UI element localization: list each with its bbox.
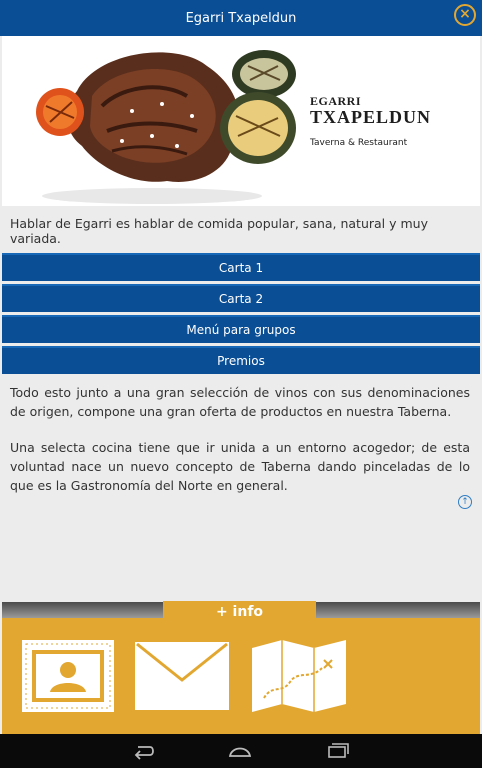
recents-icon[interactable]	[326, 742, 350, 760]
home-icon[interactable]	[228, 742, 252, 760]
mail-icon[interactable]	[135, 640, 229, 712]
menu-list: Carta 1 Carta 2 Menú para grupos Premios	[2, 253, 480, 377]
menu-item-premios[interactable]: Premios	[2, 346, 480, 374]
page-title: Egarri Txapeldun	[185, 10, 297, 26]
intro-text: Hablar de Egarri es hablar de comida pop…	[10, 216, 428, 246]
contact-card-icon[interactable]	[22, 640, 114, 712]
back-icon[interactable]	[132, 742, 156, 760]
app-screen: Egarri Txapeldun × EGARRI TXAPELDUN Tave…	[0, 0, 482, 768]
title-bar: Egarri Txapeldun ×	[0, 0, 482, 36]
hero-banner: EGARRI TXAPELDUN Taverna & Restaurant	[2, 36, 480, 206]
scroll-up-icon[interactable]: ↑	[458, 495, 472, 509]
map-icon[interactable]	[252, 640, 346, 712]
description-paragraph-2: Una selecta cocina tiene que ir unida a …	[10, 440, 470, 493]
close-icon[interactable]: ×	[454, 4, 476, 26]
menu-item-carta-2[interactable]: Carta 2	[2, 284, 480, 312]
description-paragraph-1: Todo esto junto a una gran selección de …	[10, 385, 470, 419]
system-nav-bar	[0, 734, 482, 768]
brand-tagline: Taverna & Restaurant	[310, 138, 408, 148]
menu-item-carta-1[interactable]: Carta 1	[2, 253, 480, 281]
brand-line2: TXAPELDUN	[310, 107, 432, 127]
menu-item-menu-grupos[interactable]: Menú para grupos	[2, 315, 480, 343]
brand-logo: EGARRI TXAPELDUN Taverna & Restaurant	[310, 94, 431, 148]
description: Todo esto junto a una gran selección de …	[10, 383, 470, 512]
info-panel	[2, 618, 480, 734]
